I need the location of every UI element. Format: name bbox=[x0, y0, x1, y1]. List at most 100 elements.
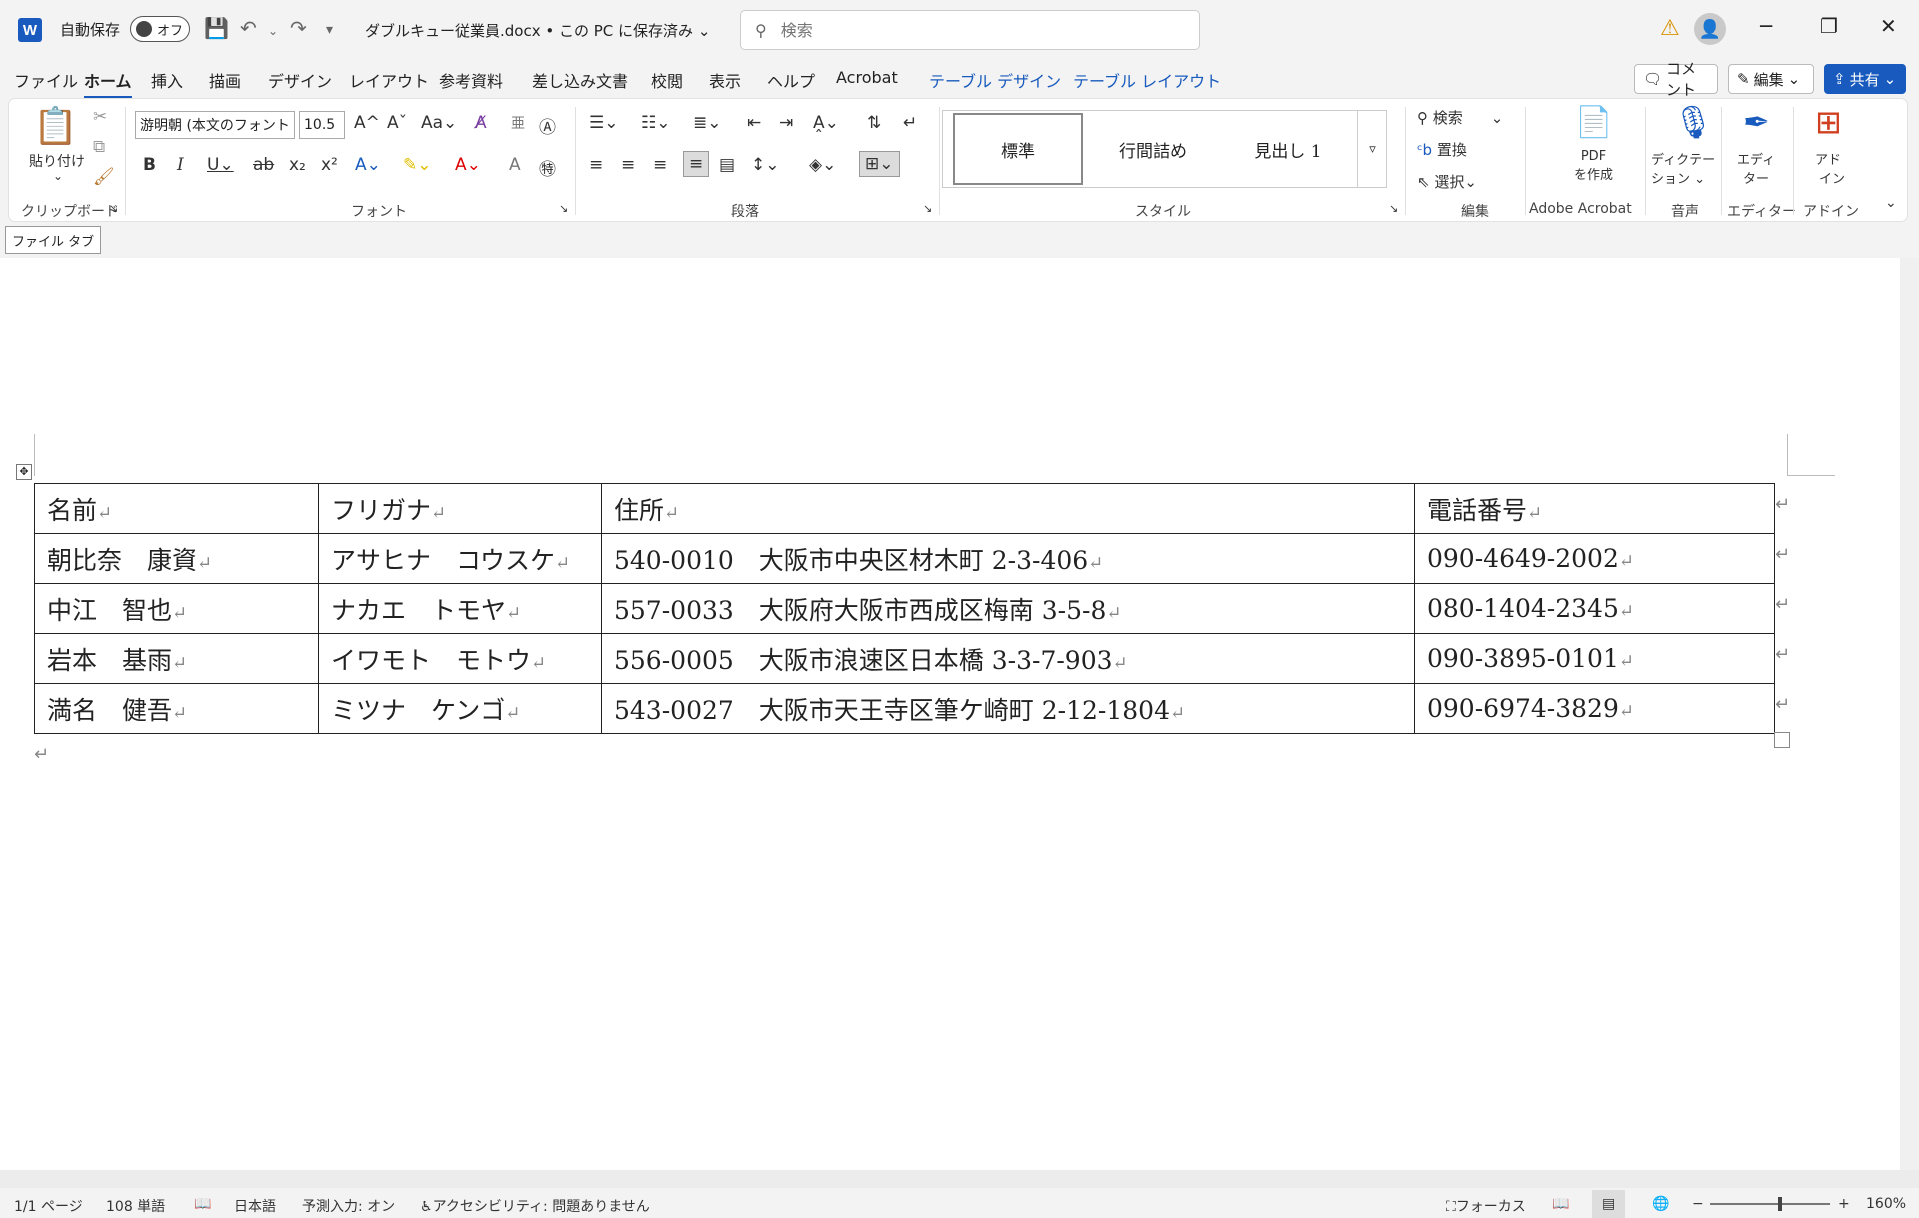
table-cell[interactable]: 岩本 基雨↵ bbox=[34, 633, 319, 684]
employee-table[interactable]: 名前↵ フリガナ↵ 住所↵ 電話番号↵ 朝比奈 康資↵ アサヒナ コウスケ↵ 5… bbox=[34, 483, 1775, 734]
table-cell[interactable]: 540-0010 大阪市中央区材木町 2-3-406↵ bbox=[601, 533, 1415, 584]
line-spacing-icon[interactable]: ↕⌄ bbox=[751, 155, 780, 175]
align-right-icon[interactable]: ≡ bbox=[653, 155, 667, 175]
styles-more-icon[interactable]: ▿ bbox=[1357, 111, 1387, 187]
restore-button[interactable]: ❐ bbox=[1820, 14, 1838, 38]
tab-home[interactable]: ホーム bbox=[84, 68, 132, 99]
tab-draw[interactable]: 描画 bbox=[209, 68, 241, 92]
page-count[interactable]: 1/1 ページ bbox=[14, 1196, 83, 1216]
find-button[interactable]: ⚲ 検索 ⌄ bbox=[1417, 107, 1503, 128]
multilevel-list-icon[interactable]: ≣⌄ bbox=[693, 113, 722, 133]
underline-icon[interactable]: U⌄ bbox=[207, 155, 234, 175]
table-cell[interactable]: 朝比奈 康資↵ bbox=[34, 533, 319, 584]
table-header-cell[interactable]: 電話番号↵ bbox=[1414, 483, 1775, 534]
language[interactable]: 日本語 bbox=[234, 1196, 276, 1216]
tab-table-design[interactable]: テーブル デザイン bbox=[929, 68, 1061, 92]
table-move-handle-icon[interactable]: ✥ bbox=[16, 464, 32, 480]
clipboard-launcher-icon[interactable]: ↘ bbox=[109, 202, 118, 215]
table-cell[interactable]: ナカエ トモヤ↵ bbox=[318, 583, 602, 634]
superscript-icon[interactable]: x² bbox=[321, 155, 338, 175]
save-icon[interactable]: 💾 bbox=[204, 16, 229, 40]
tab-insert[interactable]: 挿入 bbox=[151, 68, 183, 92]
copy-icon[interactable]: ⧉ bbox=[93, 137, 105, 157]
table-header-cell[interactable]: フリガナ↵ bbox=[318, 483, 602, 534]
select-button[interactable]: ⇖ 選択⌄ bbox=[1417, 171, 1477, 192]
tab-table-layout[interactable]: テーブル レイアウト bbox=[1073, 68, 1221, 92]
character-shading-icon[interactable]: A bbox=[509, 155, 521, 175]
editor-icon[interactable]: ✒ bbox=[1743, 103, 1770, 141]
cut-icon[interactable]: ✂ bbox=[93, 107, 107, 127]
table-cell[interactable]: 中江 智也↵ bbox=[34, 583, 319, 634]
format-painter-icon[interactable]: 🖌 bbox=[93, 167, 115, 187]
vertical-scrollbar[interactable] bbox=[1900, 258, 1919, 1170]
font-color-icon[interactable]: A⌄ bbox=[455, 155, 481, 175]
paste-dropdown-icon[interactable]: ⌄ bbox=[53, 169, 63, 183]
clear-formatting-icon[interactable]: A̸ bbox=[475, 113, 487, 133]
style-heading-1[interactable]: 見出し 1 bbox=[1223, 113, 1353, 185]
numbering-icon[interactable]: ☷⌄ bbox=[641, 113, 670, 133]
word-count[interactable]: 108 単語 bbox=[106, 1196, 165, 1216]
addins-icon[interactable]: ⊞ bbox=[1815, 103, 1842, 141]
avatar[interactable]: 👤 bbox=[1694, 13, 1726, 45]
undo-dropdown-icon[interactable]: ⌄ bbox=[268, 24, 278, 38]
table-cell[interactable]: ミツナ ケンゴ↵ bbox=[318, 683, 602, 734]
table-cell[interactable]: イワモト モトウ↵ bbox=[318, 633, 602, 684]
tab-help[interactable]: ヘルプ bbox=[767, 68, 815, 92]
tab-layout[interactable]: レイアウト bbox=[349, 68, 429, 92]
table-cell[interactable]: 557-0033 大阪府大阪市西成区梅南 3-5-8↵ bbox=[601, 583, 1415, 634]
undo-icon[interactable]: ↶ bbox=[240, 16, 257, 40]
tab-view[interactable]: 表示 bbox=[709, 68, 741, 92]
zoom-slider-thumb[interactable] bbox=[1778, 1197, 1782, 1211]
align-left-icon[interactable]: ≡ bbox=[589, 155, 603, 175]
table-resize-handle[interactable] bbox=[1774, 732, 1790, 748]
style-no-spacing[interactable]: 行間詰め bbox=[1088, 113, 1218, 185]
microphone-icon[interactable]: 🎙 bbox=[1673, 103, 1714, 141]
strikethrough-icon[interactable]: ab bbox=[253, 155, 274, 175]
styles-launcher-icon[interactable]: ↘ bbox=[1389, 202, 1398, 215]
paragraph-launcher-icon[interactable]: ↘ bbox=[923, 202, 932, 215]
table-cell[interactable]: 090-6974-3829↵ bbox=[1414, 683, 1775, 734]
table-cell[interactable]: 556-0005 大阪市浪速区日本橋 3-3-7-903↵ bbox=[601, 633, 1415, 684]
paste-label[interactable]: 貼り付け bbox=[29, 151, 85, 171]
grow-font-icon[interactable]: A^ bbox=[354, 113, 380, 133]
search-input[interactable] bbox=[780, 20, 1161, 40]
pdf-icon[interactable]: 📄 bbox=[1575, 105, 1612, 140]
tab-mailings[interactable]: 差し込み文書 bbox=[532, 68, 628, 92]
justify-icon[interactable]: ≡ bbox=[683, 151, 710, 177]
enclose-characters-icon[interactable]: ㊕ bbox=[539, 155, 556, 180]
web-layout-icon[interactable]: 🌐 bbox=[1652, 1196, 1669, 1212]
print-layout-icon[interactable]: ▤ bbox=[1592, 1190, 1626, 1218]
comment-button[interactable]: 🗨 コメント bbox=[1634, 60, 1718, 99]
table-cell[interactable]: 090-3895-0101↵ bbox=[1414, 633, 1775, 684]
character-border-icon[interactable]: Ⓐ bbox=[539, 113, 556, 138]
zoom-level[interactable]: 160% bbox=[1866, 1196, 1906, 1212]
shrink-font-icon[interactable]: Aˇ bbox=[387, 113, 407, 133]
search-box[interactable]: ⚲ bbox=[740, 10, 1200, 50]
document-title[interactable]: ダブルキュー従業員.docx • この PC に保存済み ⌄ bbox=[365, 20, 710, 41]
sort-icon[interactable]: ⇅ bbox=[867, 113, 881, 133]
redo-icon[interactable]: ↷ bbox=[290, 16, 307, 40]
zoom-in-button[interactable]: + bbox=[1838, 1196, 1850, 1212]
editor-button[interactable]: エディ ター bbox=[1737, 149, 1775, 187]
focus-button[interactable]: ⛶フォーカス bbox=[1446, 1196, 1526, 1216]
subscript-icon[interactable]: x₂ bbox=[289, 155, 306, 175]
tab-acrobat[interactable]: Acrobat bbox=[836, 68, 898, 87]
table-cell[interactable]: 080-1404-2345↵ bbox=[1414, 583, 1775, 634]
collapse-ribbon-icon[interactable]: ⌄ bbox=[1885, 195, 1897, 211]
accessibility-status[interactable]: ♿アクセシビリティ: 問題ありません bbox=[420, 1196, 650, 1216]
change-case-icon[interactable]: Aa⌄ bbox=[421, 113, 457, 133]
style-normal[interactable]: 標準 bbox=[953, 113, 1083, 185]
borders-icon[interactable]: ⊞⌄ bbox=[859, 151, 900, 177]
character-spacing-icon[interactable]: A̭⌄ bbox=[813, 113, 839, 133]
table-cell[interactable]: アサヒナ コウスケ↵ bbox=[318, 533, 602, 584]
tab-file[interactable]: ファイル bbox=[14, 68, 78, 92]
font-name-combo[interactable]: 游明朝 (本文のフォント bbox=[135, 111, 295, 139]
warning-icon[interactable]: ⚠ bbox=[1660, 16, 1680, 41]
align-center-icon[interactable]: ≡ bbox=[621, 155, 635, 175]
edit-mode-button[interactable]: ✎ 編集 ⌄ bbox=[1728, 64, 1814, 94]
shading-icon[interactable]: ◈⌄ bbox=[809, 155, 836, 175]
bullets-icon[interactable]: ☰⌄ bbox=[589, 113, 618, 133]
show-marks-icon[interactable]: ↵ bbox=[903, 113, 917, 133]
autosave-toggle[interactable]: オフ bbox=[130, 16, 190, 42]
read-mode-icon[interactable]: 📖 bbox=[1552, 1196, 1569, 1212]
